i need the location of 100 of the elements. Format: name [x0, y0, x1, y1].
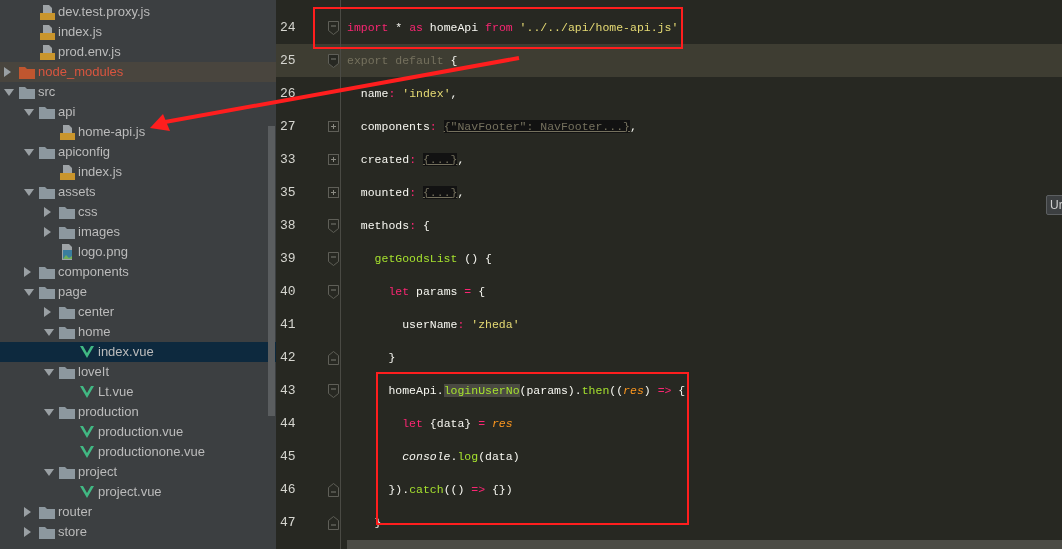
code-line: created: {...},: [359, 151, 465, 168]
code-line: import * as homeApi from '../../api/home-api.js': [347, 19, 679, 36]
tree-item[interactable]: apiconfig: [0, 142, 276, 162]
tree-item-label: store: [58, 523, 87, 542]
tree-item[interactable]: components: [0, 262, 276, 282]
folder-icon: [39, 505, 55, 519]
code-line: homeApi.loginUserNo(params).then((res) => {: [387, 382, 686, 399]
tree-item[interactable]: project.vue: [0, 482, 276, 502]
tree-item[interactable]: productionone.vue: [0, 442, 276, 462]
folder-icon: [39, 105, 55, 119]
expanded-arrow-icon[interactable]: [44, 408, 54, 416]
folder-icon: [39, 265, 55, 279]
expand-icon[interactable]: [328, 187, 339, 198]
tree-item[interactable]: store: [0, 522, 276, 542]
fold-icon[interactable]: [328, 53, 339, 68]
tree-item[interactable]: api: [0, 102, 276, 122]
tree-item-label: home: [78, 323, 111, 342]
tree-item-label: dev.test.proxy.js: [58, 3, 150, 22]
line-number: 35: [279, 183, 297, 202]
code-line: getGoodsList () {: [373, 250, 492, 267]
tree-item-label: productionone.vue: [98, 443, 205, 462]
tooltip: Ur: [1046, 195, 1062, 215]
tree-item-label: logo.png: [78, 243, 128, 262]
fold-end-icon[interactable]: [328, 515, 339, 530]
tree-item-label: loveIt: [78, 363, 110, 382]
fold-icon[interactable]: [328, 383, 339, 398]
expanded-arrow-icon[interactable]: [4, 88, 14, 96]
tree-item[interactable]: images: [0, 222, 276, 242]
expanded-arrow-icon[interactable]: [44, 368, 54, 376]
code-line: }).catch(() => {}): [387, 481, 513, 498]
line-number: 26: [279, 84, 297, 103]
line-number: 44: [279, 414, 297, 433]
tree-item-label: home-api.js: [78, 123, 146, 142]
tree-item-label: prod.env.js: [58, 43, 121, 62]
vue-icon: [80, 486, 94, 498]
expanded-arrow-icon[interactable]: [44, 328, 54, 336]
tree-item[interactable]: index.js: [0, 22, 276, 42]
collapsed-arrow-icon[interactable]: [4, 67, 11, 77]
tree-item-label: page: [58, 283, 87, 302]
tree-item[interactable]: index.vue: [0, 342, 276, 362]
tree-item[interactable]: home-api.js: [0, 122, 276, 142]
expand-icon[interactable]: [328, 121, 339, 132]
tree-item[interactable]: Lt.vue: [0, 382, 276, 402]
code-line: name: 'index',: [359, 85, 458, 102]
tree-item[interactable]: src: [0, 82, 276, 102]
fold-icon[interactable]: [328, 218, 339, 233]
collapsed-arrow-icon[interactable]: [24, 267, 31, 277]
folder-icon: [39, 285, 55, 299]
tree-item[interactable]: production: [0, 402, 276, 422]
expanded-arrow-icon[interactable]: [24, 108, 34, 116]
fold-end-icon[interactable]: [328, 350, 339, 365]
code-line: let params = {: [387, 283, 486, 300]
folder-icon: [59, 205, 75, 219]
code-line: }: [387, 349, 396, 366]
tree-item[interactable]: project: [0, 462, 276, 482]
vue-icon: [80, 386, 94, 398]
scrollbar[interactable]: [268, 126, 275, 416]
fold-icon[interactable]: [328, 20, 339, 35]
tree-item-label: components: [58, 263, 129, 282]
folder-icon: [19, 65, 35, 79]
line-number: 46: [279, 480, 297, 499]
line-number: 39: [279, 249, 297, 268]
expanded-arrow-icon[interactable]: [24, 188, 34, 196]
tree-item-label: index.js: [58, 23, 103, 42]
line-number: 38: [279, 216, 297, 235]
code-line: userName: 'zheda': [401, 316, 520, 333]
tree-item[interactable]: index.js: [0, 162, 276, 182]
expanded-arrow-icon[interactable]: [24, 148, 34, 156]
line-number: 33: [279, 150, 297, 169]
line-number: 40: [279, 282, 297, 301]
tree-item[interactable]: dev.test.proxy.js: [0, 2, 276, 22]
line-number: 27: [279, 117, 297, 136]
expanded-arrow-icon[interactable]: [44, 468, 54, 476]
expand-icon[interactable]: [328, 154, 339, 165]
fold-icon[interactable]: [328, 251, 339, 266]
tree-item-label: assets: [58, 183, 96, 202]
collapsed-arrow-icon[interactable]: [44, 307, 51, 317]
tree-item-label: images: [78, 223, 120, 242]
tree-item[interactable]: center: [0, 302, 276, 322]
code-line: console.log(data): [401, 448, 520, 465]
line-number: 43: [279, 381, 297, 400]
horizontal-scrollbar[interactable]: [347, 540, 1062, 549]
tree-item[interactable]: production.vue: [0, 422, 276, 442]
expanded-arrow-icon[interactable]: [24, 288, 34, 296]
tree-item[interactable]: loveIt: [0, 362, 276, 382]
tree-item[interactable]: page: [0, 282, 276, 302]
folder-icon: [59, 325, 75, 339]
tree-item[interactable]: prod.env.js: [0, 42, 276, 62]
fold-end-icon[interactable]: [328, 482, 339, 497]
folder-icon: [59, 405, 75, 419]
tree-item[interactable]: router: [0, 502, 276, 522]
line-number: 45: [279, 447, 297, 466]
folder-icon: [59, 225, 75, 239]
fold-icon[interactable]: [328, 284, 339, 299]
folder-icon: [39, 525, 55, 539]
tree-item[interactable]: home: [0, 322, 276, 342]
tree-item[interactable]: assets: [0, 182, 276, 202]
tree-item[interactable]: css: [0, 202, 276, 222]
tree-item[interactable]: logo.png: [0, 242, 276, 262]
tree-item-label: project.vue: [98, 483, 162, 502]
